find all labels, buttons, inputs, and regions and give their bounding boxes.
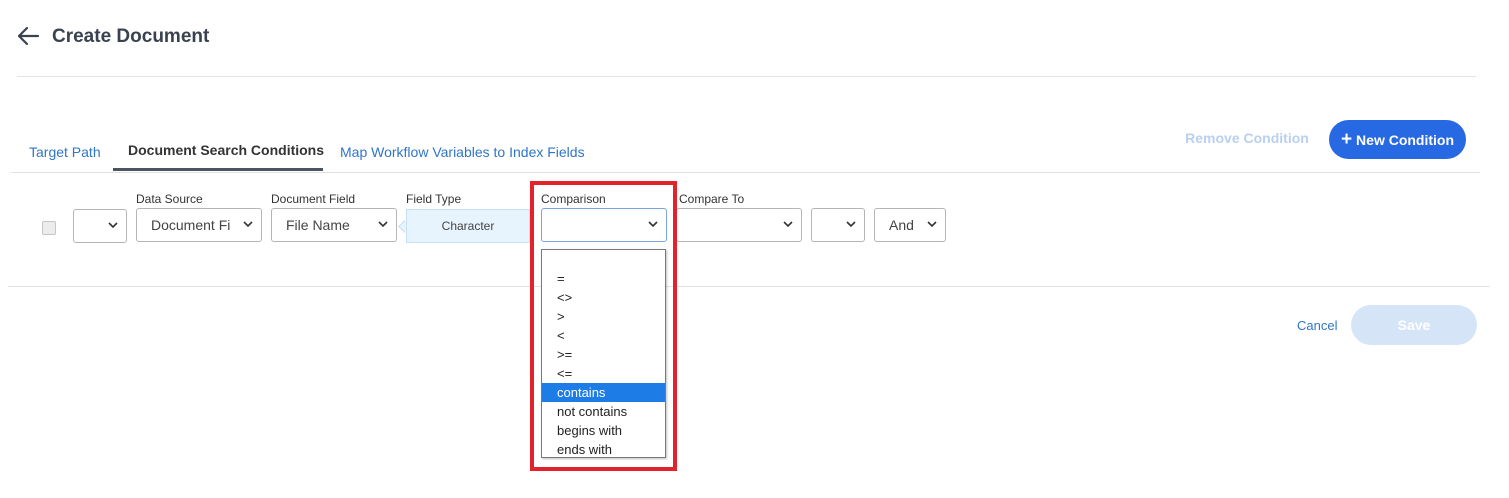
compare-to-select[interactable] <box>676 208 802 242</box>
open-paren-select[interactable] <box>73 209 127 243</box>
document-field-select[interactable]: File Name <box>271 208 397 242</box>
chevron-down-icon <box>108 222 118 229</box>
tab-target-path[interactable]: Target Path <box>29 144 101 160</box>
save-button[interactable]: Save <box>1351 305 1477 345</box>
chevron-down-icon <box>378 221 388 228</box>
header-divider <box>17 76 1476 77</box>
section-divider <box>8 286 1490 287</box>
tab-document-search-conditions[interactable]: Document Search Conditions <box>128 142 324 158</box>
tab-map-workflow-variables[interactable]: Map Workflow Variables to Index Fields <box>340 144 585 160</box>
cancel-button[interactable]: Cancel <box>1297 318 1337 333</box>
remove-condition-button[interactable]: Remove Condition <box>1170 130 1324 150</box>
chevron-down-icon <box>846 221 856 228</box>
document-field-label: Document Field <box>271 192 356 206</box>
close-paren-select[interactable] <box>811 208 865 242</box>
plus-icon: + <box>1340 129 1353 150</box>
compare-to-label: Compare To <box>679 192 745 206</box>
new-condition-label: New Condition <box>1356 131 1455 148</box>
field-type-value: Character <box>406 209 530 243</box>
chevron-down-icon <box>783 221 793 228</box>
tabs-divider <box>11 172 1480 173</box>
page-title: Create Document <box>52 26 210 47</box>
condition-checkbox[interactable] <box>42 221 56 235</box>
data-source-select[interactable]: Document Fi <box>136 208 262 242</box>
new-condition-button[interactable]: + New Condition <box>1329 120 1466 159</box>
data-source-label: Data Source <box>136 192 203 206</box>
chevron-down-icon <box>927 221 937 228</box>
chevron-down-icon <box>243 221 253 228</box>
annotation-highlight-box <box>530 181 677 471</box>
logic-operator-select[interactable]: And <box>874 208 946 242</box>
field-type-label: Field Type <box>406 192 462 206</box>
active-tab-indicator <box>113 168 323 171</box>
back-arrow-icon[interactable] <box>14 22 42 50</box>
